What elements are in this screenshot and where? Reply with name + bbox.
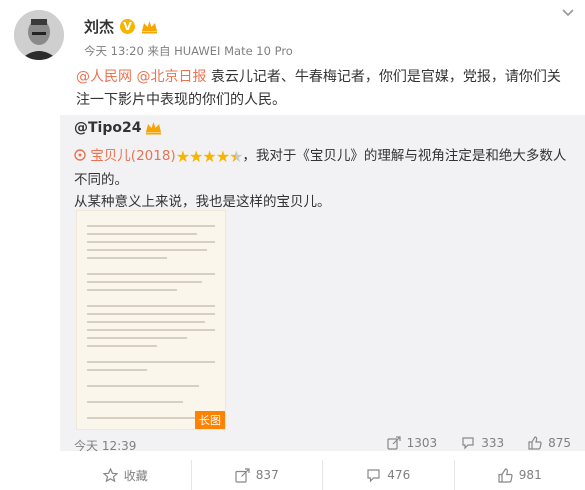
repost-user-name[interactable]: @Tipo24 (74, 120, 141, 136)
share-icon (387, 436, 401, 450)
thumbs-up-icon (498, 467, 513, 483)
comment-button[interactable]: 476 (323, 460, 455, 490)
like-count-label: 875 (548, 436, 571, 450)
post-source: HUAWEI Mate 10 Pro (174, 44, 293, 58)
post-text: @人民网 @北京日报 袁云儿记者、牛春梅记者，你们是官媒，党报，请你们关注一下影… (76, 66, 571, 112)
favorite-label: 收藏 (123, 468, 148, 483)
movie-tag-link[interactable]: 宝贝儿(2018) (90, 148, 175, 164)
comment-count-label: 333 (481, 436, 505, 450)
repost-time[interactable]: 今天 12:39 (74, 437, 136, 454)
like-count: 981 (518, 468, 542, 482)
star-icon: ★ (215, 147, 230, 166)
mention-link[interactable]: @人民网 (76, 69, 132, 85)
star-icon: ★ (175, 147, 190, 166)
repost-comment-count[interactable]: 333 (461, 436, 504, 450)
post-time[interactable]: 今天 13:20 (84, 44, 144, 58)
mention-link[interactable]: @北京日报 (136, 69, 206, 85)
favorite-button[interactable]: 收藏 (60, 460, 192, 490)
repost-stats: 1303 333 875 (387, 436, 571, 450)
vip-crown-icon[interactable] (141, 20, 158, 34)
comment-count: 476 (387, 468, 411, 482)
star-icon: ★ (189, 147, 203, 166)
long-image-badge: 长图 (195, 411, 225, 429)
thumbs-up-icon (528, 436, 542, 450)
action-bar: 收藏 837 476 981 (60, 460, 585, 490)
comment-icon (367, 468, 380, 482)
star-half-icon: ★ (229, 147, 243, 166)
rating-stars: ★★★★★ (175, 146, 244, 169)
comment-icon (462, 437, 474, 450)
repost-repost-count[interactable]: 1303 (387, 436, 438, 450)
source-prefix: 来自 (147, 44, 171, 58)
star-outline-icon (102, 467, 118, 482)
repost-user-row: @Tipo24 (74, 120, 162, 136)
repost-text-line2: 从某种意义上来说，我也是这样的宝贝儿。 (74, 194, 331, 210)
repost-like-count[interactable]: 875 (528, 436, 571, 450)
repost-count: 837 (255, 468, 279, 482)
verified-icon: V (120, 19, 136, 34)
post-header: 刘杰 V 今天 13:20 来自 HUAWEI Mate 10 Pro (10, 6, 570, 62)
repost-button[interactable]: 837 (192, 460, 323, 490)
vip-crown-icon[interactable] (145, 121, 162, 135)
long-image-thumbnail[interactable]: 长图 (76, 210, 226, 430)
share-icon (235, 467, 250, 483)
avatar[interactable] (14, 10, 64, 60)
author-row: 刘杰 V (84, 16, 158, 37)
repost-card[interactable]: @Tipo24 宝贝儿(2018)★★★★★，我对于《宝贝儿》的理解与视角注定是… (60, 115, 585, 454)
author-name[interactable]: 刘杰 (84, 16, 114, 37)
post-meta: 今天 13:20 来自 HUAWEI Mate 10 Pro (84, 43, 293, 59)
star-icon: ★ (202, 147, 216, 166)
repost-count-label: 1303 (406, 436, 438, 450)
movie-icon (74, 149, 86, 161)
repost-text: 宝贝儿(2018)★★★★★，我对于《宝贝儿》的理解与视角注定是和绝大多数人不同… (74, 145, 579, 191)
like-button[interactable]: 981 (455, 460, 585, 490)
